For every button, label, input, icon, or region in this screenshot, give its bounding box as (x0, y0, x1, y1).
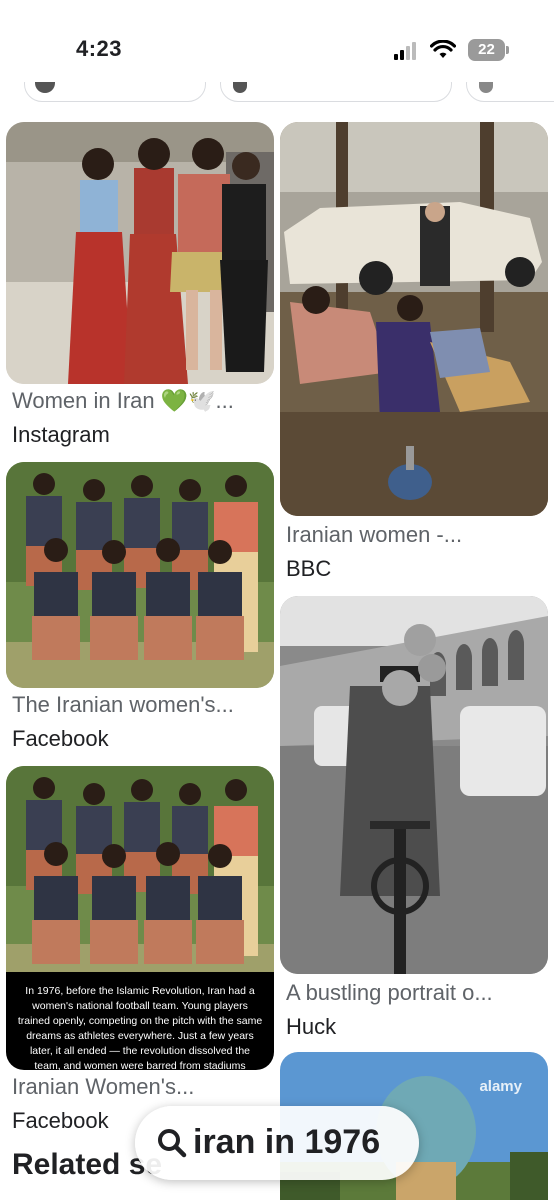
cellular-signal-icon (394, 42, 416, 60)
result-title[interactable]: Women in Iran 💚🕊️... (12, 388, 274, 414)
wifi-icon (430, 40, 456, 58)
status-time: 4:23 (76, 36, 123, 61)
image-caption: In 1976, before the Islamic Revolution, … (6, 972, 274, 1070)
result-source: Facebook (12, 1108, 109, 1133)
result-title[interactable]: A bustling portrait o... (286, 980, 548, 1006)
result-thumbnail[interactable]: In 1976, before the Islamic Revolution, … (6, 766, 274, 1070)
search-query-pill[interactable]: iran in 1976 (135, 1106, 419, 1180)
image-watermark: alamy (479, 1078, 522, 1095)
battery-icon: 22 (468, 39, 510, 61)
result-title[interactable]: Iranian Women's... (12, 1074, 274, 1100)
status-bar: 4:23 22 (0, 0, 554, 92)
filter-chip[interactable] (220, 82, 452, 102)
result-title[interactable]: Iranian women -... (286, 522, 548, 548)
result-thumbnail[interactable] (280, 596, 548, 974)
image-result-card[interactable]: The Iranian women's... Facebook (6, 462, 274, 756)
search-query-text[interactable]: iran in 1976 (193, 1123, 380, 1162)
result-thumbnail[interactable] (280, 122, 548, 516)
filter-chip[interactable] (466, 82, 554, 102)
image-result-card[interactable]: Women in Iran 💚🕊️... Instagram (6, 122, 274, 452)
image-result-card[interactable]: In 1976, before the Islamic Revolution, … (6, 766, 274, 1138)
result-source: Huck (286, 1014, 337, 1039)
battery-level: 22 (468, 39, 505, 61)
result-title[interactable]: The Iranian women's... (12, 692, 274, 718)
result-thumbnail[interactable] (6, 462, 274, 688)
result-source: Facebook (12, 726, 109, 751)
image-result-card[interactable]: Iranian women -... BBC (280, 122, 548, 586)
filter-chip[interactable] (24, 82, 206, 102)
filter-chips (0, 82, 554, 106)
result-source: BBC (286, 556, 332, 581)
image-result-card[interactable]: A bustling portrait o... Huck (280, 596, 548, 1042)
search-icon (158, 1129, 187, 1158)
result-thumbnail[interactable] (6, 122, 274, 384)
result-source: Instagram (12, 422, 110, 447)
